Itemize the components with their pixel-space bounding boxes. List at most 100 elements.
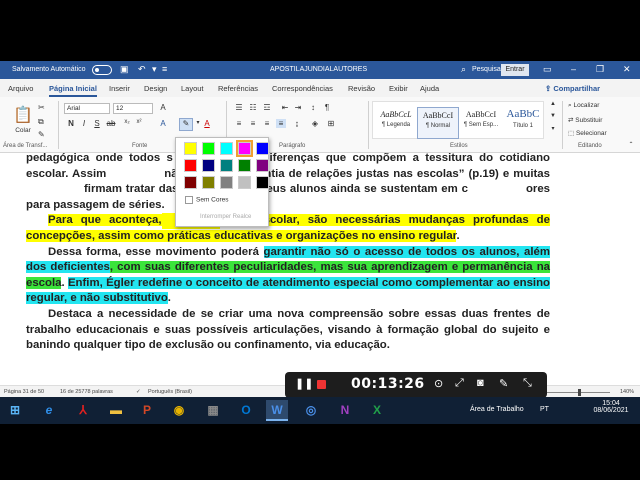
font-color-icon[interactable]: A <box>202 119 212 128</box>
replace-button[interactable]: ⇄ Substituir <box>568 116 602 124</box>
paste-label[interactable]: Colar <box>12 127 34 134</box>
decrease-indent-icon[interactable]: ⇤ <box>280 103 290 112</box>
app-icon[interactable]: ▦ <box>202 400 224 421</box>
align-right-icon[interactable]: ≡ <box>262 119 272 128</box>
shading-icon[interactable]: ◈ <box>310 119 320 128</box>
proofing-icon[interactable]: ✓ <box>136 389 141 395</box>
highlight-swatch[interactable] <box>238 159 251 172</box>
highlight-swatch[interactable] <box>256 176 269 189</box>
align-left-icon[interactable]: ≡ <box>234 119 244 128</box>
share-button[interactable]: ⇪ Compartilhar <box>545 82 607 95</box>
line-spacing-icon[interactable]: ↨ <box>292 119 302 128</box>
paste-icon[interactable]: 📋 <box>12 105 34 125</box>
pen-icon[interactable]: ✎ <box>499 377 508 390</box>
restore-icon[interactable]: ❐ <box>596 64 604 75</box>
highlight-swatch[interactable] <box>256 159 269 172</box>
save-icon[interactable]: ▣ <box>120 64 129 75</box>
show-marks-icon[interactable]: ¶ <box>322 103 332 112</box>
page-count[interactable]: Página 31 de 50 <box>4 389 44 395</box>
sort-icon[interactable]: ↕ <box>308 103 318 112</box>
cut-icon[interactable]: ✂ <box>38 103 45 112</box>
zoom-slider-thumb[interactable] <box>578 389 581 396</box>
bold-icon[interactable]: N <box>66 119 76 128</box>
tab-layout[interactable]: Layout <box>181 84 204 93</box>
highlight-swatch[interactable] <box>220 176 233 189</box>
camera-icon[interactable]: ◙ <box>477 377 484 389</box>
tab-pagina-inicial[interactable]: Página Inicial <box>49 84 97 97</box>
style-sem-espacamento[interactable]: AaBbCcI ¶ Sem Esp... <box>460 107 502 139</box>
highlight-color-icon[interactable]: ✎ <box>179 118 193 131</box>
increase-indent-icon[interactable]: ⇥ <box>293 103 303 112</box>
font-size-combo[interactable]: 12 <box>113 103 153 114</box>
highlight-swatch[interactable] <box>202 176 215 189</box>
collapse-ribbon-icon[interactable]: ⌃ <box>626 141 636 148</box>
styles-scroll-up-icon[interactable]: ▲ <box>548 101 558 107</box>
subscript-icon[interactable]: x₂ <box>122 119 132 125</box>
search-icon[interactable]: ⌕ <box>461 64 466 75</box>
styles-scroll-down-icon[interactable]: ▼ <box>548 113 558 119</box>
highlight-swatch[interactable] <box>184 176 197 189</box>
file-explorer-icon[interactable]: ▬ <box>105 400 127 421</box>
bullets-icon[interactable]: ☰ <box>234 103 244 112</box>
numbering-icon[interactable]: ☷ <box>248 103 258 112</box>
search-label[interactable]: Pesquisa <box>472 66 501 73</box>
underline-icon[interactable]: S <box>92 119 102 128</box>
onenote-icon[interactable]: N <box>334 400 356 421</box>
collapse-icon[interactable]: ⤡ <box>523 377 532 390</box>
zoom-level[interactable]: 140% <box>620 389 634 395</box>
font-name-combo[interactable]: Arial <box>64 103 110 114</box>
chrome-icon[interactable]: ◉ <box>168 400 190 421</box>
acrobat-icon[interactable]: ⅄ <box>72 400 94 421</box>
word-count[interactable]: 16 de 25778 palavras <box>60 389 113 395</box>
select-button[interactable]: ⬚ Selecionar <box>568 129 607 137</box>
highlight-swatch[interactable] <box>202 142 215 155</box>
undo-icon[interactable]: ↶ <box>138 64 146 75</box>
tab-design[interactable]: Design <box>144 84 167 93</box>
highlight-swatch[interactable] <box>220 159 233 172</box>
tab-referencias[interactable]: Referências <box>218 84 258 93</box>
pause-icon[interactable]: ❚❚ <box>295 377 313 390</box>
align-center-icon[interactable]: ≡ <box>248 119 258 128</box>
superscript-icon[interactable]: x² <box>134 119 144 125</box>
edge-icon[interactable]: e <box>38 400 60 421</box>
style-normal[interactable]: AaBbCcI ¶ Normal <box>417 107 459 139</box>
fullscreen-icon[interactable]: ⤢ <box>455 377 464 390</box>
grow-font-icon[interactable]: A <box>158 103 168 112</box>
highlight-swatch[interactable] <box>256 142 269 155</box>
tab-arquivo[interactable]: Arquivo <box>8 84 33 93</box>
highlight-swatch[interactable] <box>202 159 215 172</box>
dropdown-icon[interactable]: ▾ <box>152 64 157 75</box>
no-color-option[interactable]: Sem Cores <box>185 196 229 204</box>
highlight-swatch[interactable] <box>220 142 233 155</box>
text-effects-icon[interactable]: A <box>158 119 168 128</box>
ribbon-options-icon[interactable]: ▭ <box>543 64 552 75</box>
clock[interactable]: 15:04 08/06/2021 <box>587 400 635 414</box>
style-legenda[interactable]: AaBbCcL ¶ Legenda <box>375 107 417 139</box>
browser-icon[interactable]: ◎ <box>300 400 322 421</box>
desktop-label[interactable]: Área de Trabalho <box>470 406 524 413</box>
minimize-icon[interactable]: – <box>571 64 576 74</box>
tab-revisao[interactable]: Revisão <box>348 84 375 93</box>
styles-more-icon[interactable]: ▾ <box>548 125 558 132</box>
copy-icon[interactable]: ⧉ <box>38 117 44 127</box>
highlight-swatch[interactable] <box>184 142 197 155</box>
excel-icon[interactable]: X <box>366 400 388 421</box>
tab-ajuda[interactable]: Ajuda <box>420 84 439 93</box>
tab-inserir[interactable]: Inserir <box>109 84 130 93</box>
borders-icon[interactable]: ⊞ <box>326 119 336 128</box>
italic-icon[interactable]: I <box>79 119 89 128</box>
webcam-icon[interactable]: ⊙ <box>434 377 443 390</box>
customize-icon[interactable]: ≡ <box>162 64 167 74</box>
find-button[interactable]: ⌕ Localizar <box>568 102 599 110</box>
powerpoint-icon[interactable]: P <box>136 400 158 421</box>
strikethrough-icon[interactable]: ab <box>106 119 116 128</box>
highlight-swatch[interactable] <box>184 159 197 172</box>
word-icon[interactable]: W <box>266 400 288 421</box>
highlight-swatch[interactable] <box>238 176 251 189</box>
multilevel-icon[interactable]: ☲ <box>262 103 272 112</box>
language-indicator[interactable]: PT <box>540 406 549 413</box>
format-painter-icon[interactable]: ✎ <box>38 130 45 139</box>
stop-icon[interactable] <box>317 380 326 389</box>
outlook-icon[interactable]: O <box>235 400 257 421</box>
tab-exibir[interactable]: Exibir <box>389 84 408 93</box>
